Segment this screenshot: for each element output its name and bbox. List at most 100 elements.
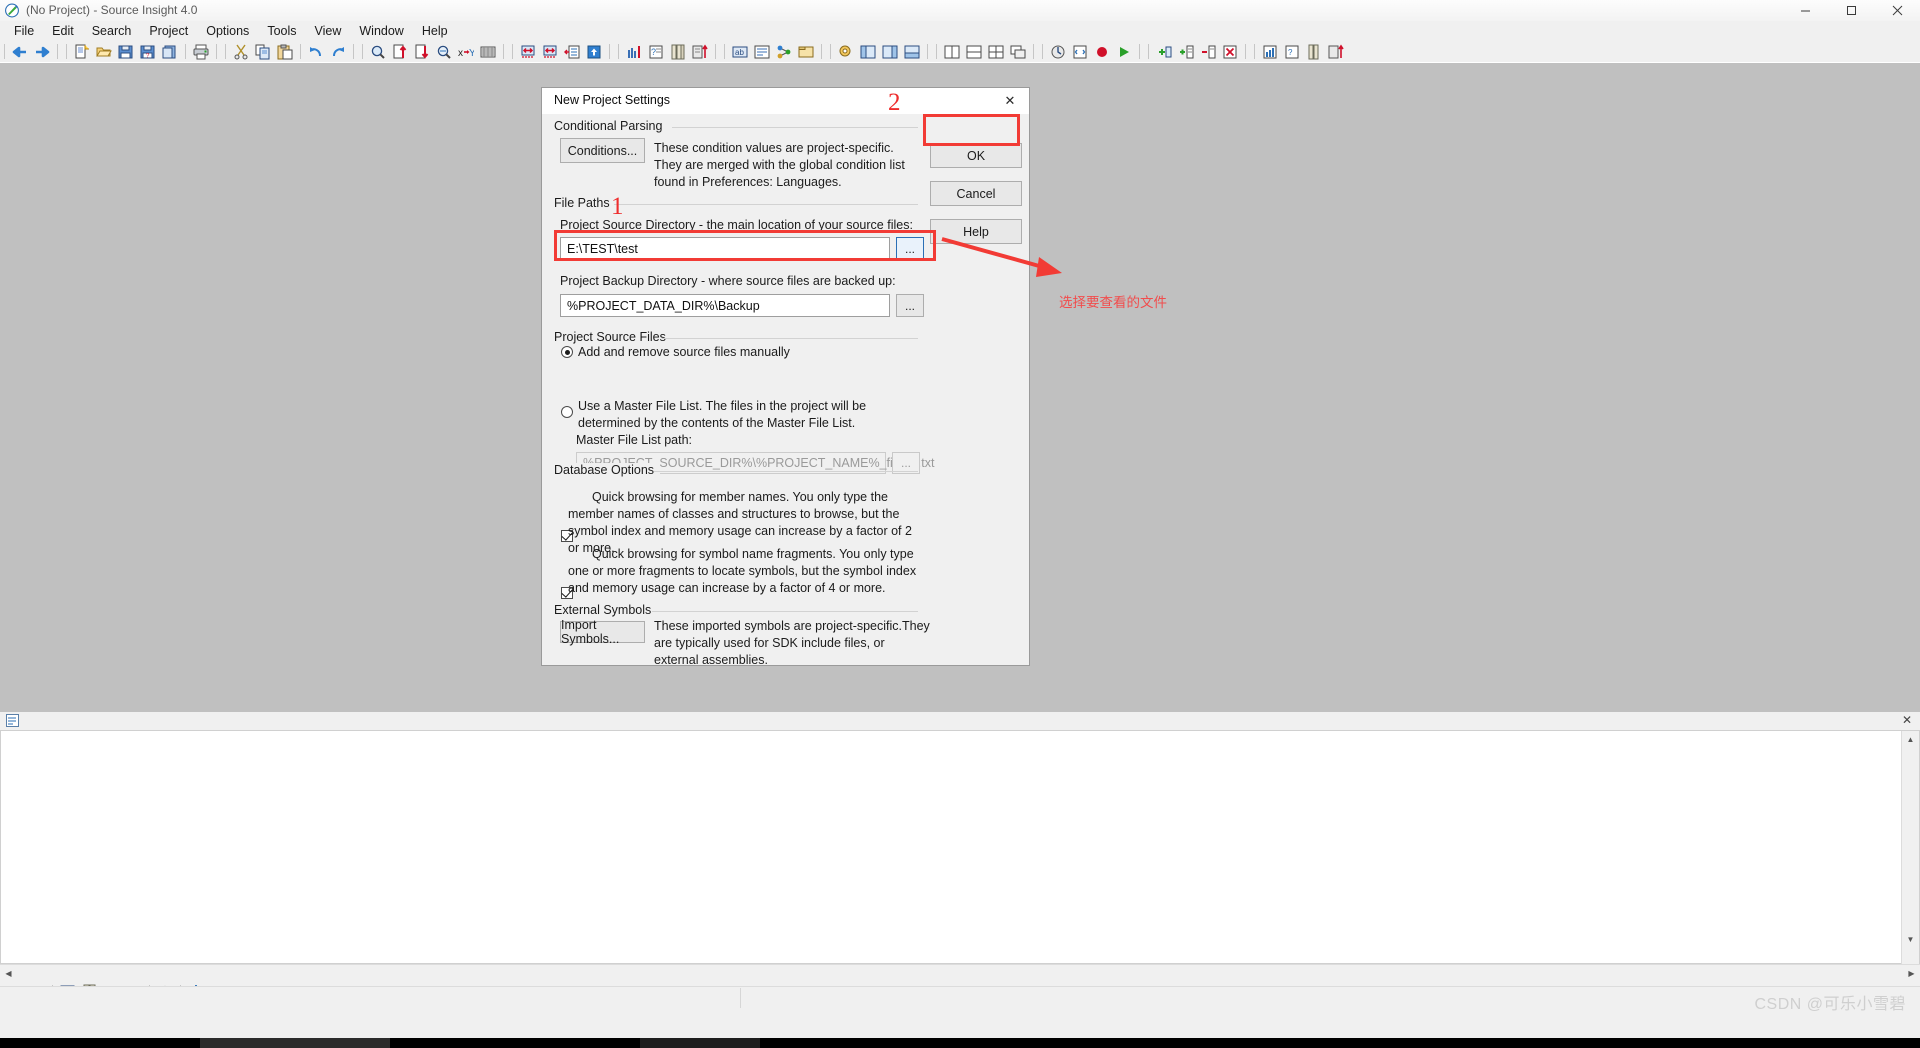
- nav-back-icon[interactable]: [10, 43, 30, 61]
- nav-forward-icon[interactable]: [32, 43, 52, 61]
- replace-icon[interactable]: xY: [456, 43, 476, 61]
- menu-tools[interactable]: Tools: [258, 22, 305, 40]
- scroll-up-icon[interactable]: ▲: [1902, 731, 1919, 748]
- toolbar-separator: [821, 44, 822, 59]
- cancel-button[interactable]: Cancel: [930, 181, 1022, 206]
- play-icon[interactable]: [1114, 43, 1134, 61]
- toolbar-separator: [1033, 44, 1034, 59]
- minimize-button[interactable]: [1782, 0, 1828, 21]
- radio-use-master-file-list[interactable]: [561, 406, 573, 418]
- project-icon[interactable]: [796, 43, 816, 61]
- menu-options[interactable]: Options: [197, 22, 258, 40]
- panel-bottom-icon[interactable]: [902, 43, 922, 61]
- panel-right-icon[interactable]: [880, 43, 900, 61]
- menu-view[interactable]: View: [306, 22, 351, 40]
- calc-icon[interactable]: [1048, 43, 1068, 61]
- menu-project[interactable]: Project: [140, 22, 197, 40]
- toolbar-separator: [1254, 44, 1255, 59]
- screen-bottom-strip-segment: [640, 1038, 760, 1048]
- title-bar: (No Project) - Source Insight 4.0: [0, 0, 1920, 22]
- annotation-marker-two: 2: [888, 89, 901, 116]
- file-paths-group-label: File Paths: [554, 196, 616, 210]
- toolbar-separator: [512, 44, 513, 59]
- status-bar: [0, 986, 1920, 1009]
- win-d-icon[interactable]: [1326, 43, 1346, 61]
- copy-icon[interactable]: [253, 43, 273, 61]
- jump-back-icon[interactable]: [518, 43, 538, 61]
- tile-icon[interactable]: [986, 43, 1006, 61]
- search-icon[interactable]: [368, 43, 388, 61]
- relation-window-icon[interactable]: ?: [646, 43, 666, 61]
- print-icon[interactable]: [191, 43, 211, 61]
- maximize-button[interactable]: [1828, 0, 1874, 21]
- group-divider: [662, 338, 918, 339]
- win-a-icon[interactable]: [1260, 43, 1280, 61]
- context-window-icon[interactable]: [584, 43, 604, 61]
- output-panel-icon: [6, 714, 19, 730]
- save-icon[interactable]: [116, 43, 136, 61]
- file-list-icon[interactable]: [668, 43, 688, 61]
- radio-add-remove-manually[interactable]: [561, 346, 573, 358]
- cut-icon[interactable]: [231, 43, 251, 61]
- save-all-icon[interactable]: ?: [138, 43, 158, 61]
- backup-directory-input[interactable]: %PROJECT_DATA_DIR%\Backup: [560, 294, 890, 317]
- open-file-icon[interactable]: [94, 43, 114, 61]
- delete-icon[interactable]: [1220, 43, 1240, 61]
- undo-icon[interactable]: [306, 43, 326, 61]
- add-item-icon[interactable]: [1154, 43, 1174, 61]
- search-files-icon[interactable]: [434, 43, 454, 61]
- zoom-icon[interactable]: [836, 43, 856, 61]
- add-tree-icon[interactable]: [1176, 43, 1196, 61]
- menu-file[interactable]: File: [5, 22, 43, 40]
- conditional-parsing-description: These condition values are project-speci…: [654, 141, 905, 189]
- search-project-icon[interactable]: [478, 43, 498, 61]
- ok-button[interactable]: OK: [930, 143, 1022, 168]
- annotation-box-source-directory: [554, 230, 936, 261]
- toolbar-separator: [353, 44, 354, 59]
- dock-header: ✕: [0, 712, 1920, 731]
- dock-vertical-scrollbar[interactable]: ▲ ▼: [1901, 731, 1919, 965]
- reference-icon[interactable]: [752, 43, 772, 61]
- menu-window[interactable]: Window: [350, 22, 412, 40]
- database-options-group-label: Database Options: [554, 463, 661, 477]
- external-symbols-group-label: External Symbols: [554, 603, 658, 617]
- callers-icon[interactable]: [774, 43, 794, 61]
- toolbar-separator: [1042, 44, 1043, 59]
- radio-use-master-file-list-label: Use a Master File List. The files in the…: [578, 399, 867, 430]
- symbol-window-icon[interactable]: [562, 43, 582, 61]
- close-file-icon[interactable]: [160, 43, 180, 61]
- smart-rename-icon[interactable]: ab: [730, 43, 750, 61]
- menu-search[interactable]: Search: [83, 22, 141, 40]
- bookmark-icon[interactable]: [624, 43, 644, 61]
- close-button[interactable]: [1874, 0, 1920, 21]
- jump-forward-icon[interactable]: [540, 43, 560, 61]
- redo-icon[interactable]: [328, 43, 348, 61]
- scroll-down-icon[interactable]: ▼: [1902, 931, 1919, 948]
- dialog-close-icon[interactable]: ✕: [997, 91, 1023, 111]
- toolbar-separator: [66, 44, 67, 59]
- search-forward-icon[interactable]: [412, 43, 432, 61]
- new-file-icon[interactable]: [72, 43, 92, 61]
- remove-tree-icon[interactable]: [1198, 43, 1218, 61]
- annotation-note-text: 选择要查看的文件: [1059, 295, 1167, 310]
- toolbar-separator: [57, 44, 58, 59]
- vert-split-icon[interactable]: [964, 43, 984, 61]
- source-insight-icon: [5, 3, 20, 18]
- browse-icon[interactable]: [690, 43, 710, 61]
- conditions-button[interactable]: Conditions...: [560, 138, 645, 163]
- dock-close-icon[interactable]: ✕: [1902, 713, 1912, 727]
- backup-directory-browse-button[interactable]: ...: [896, 294, 924, 317]
- horiz-split-icon[interactable]: [942, 43, 962, 61]
- record-icon[interactable]: [1092, 43, 1112, 61]
- panel-left-icon[interactable]: [858, 43, 878, 61]
- import-symbols-button[interactable]: Import Symbols...: [560, 618, 645, 646]
- paste-icon[interactable]: [275, 43, 295, 61]
- win-b-icon[interactable]: ?: [1282, 43, 1302, 61]
- win-c-icon[interactable]: [1304, 43, 1324, 61]
- menu-edit[interactable]: Edit: [43, 22, 83, 40]
- search-backward-icon[interactable]: [390, 43, 410, 61]
- script-icon[interactable]: [1070, 43, 1090, 61]
- menu-help[interactable]: Help: [413, 22, 457, 40]
- cascade-icon[interactable]: [1008, 43, 1028, 61]
- toolbar-separator: [715, 44, 716, 59]
